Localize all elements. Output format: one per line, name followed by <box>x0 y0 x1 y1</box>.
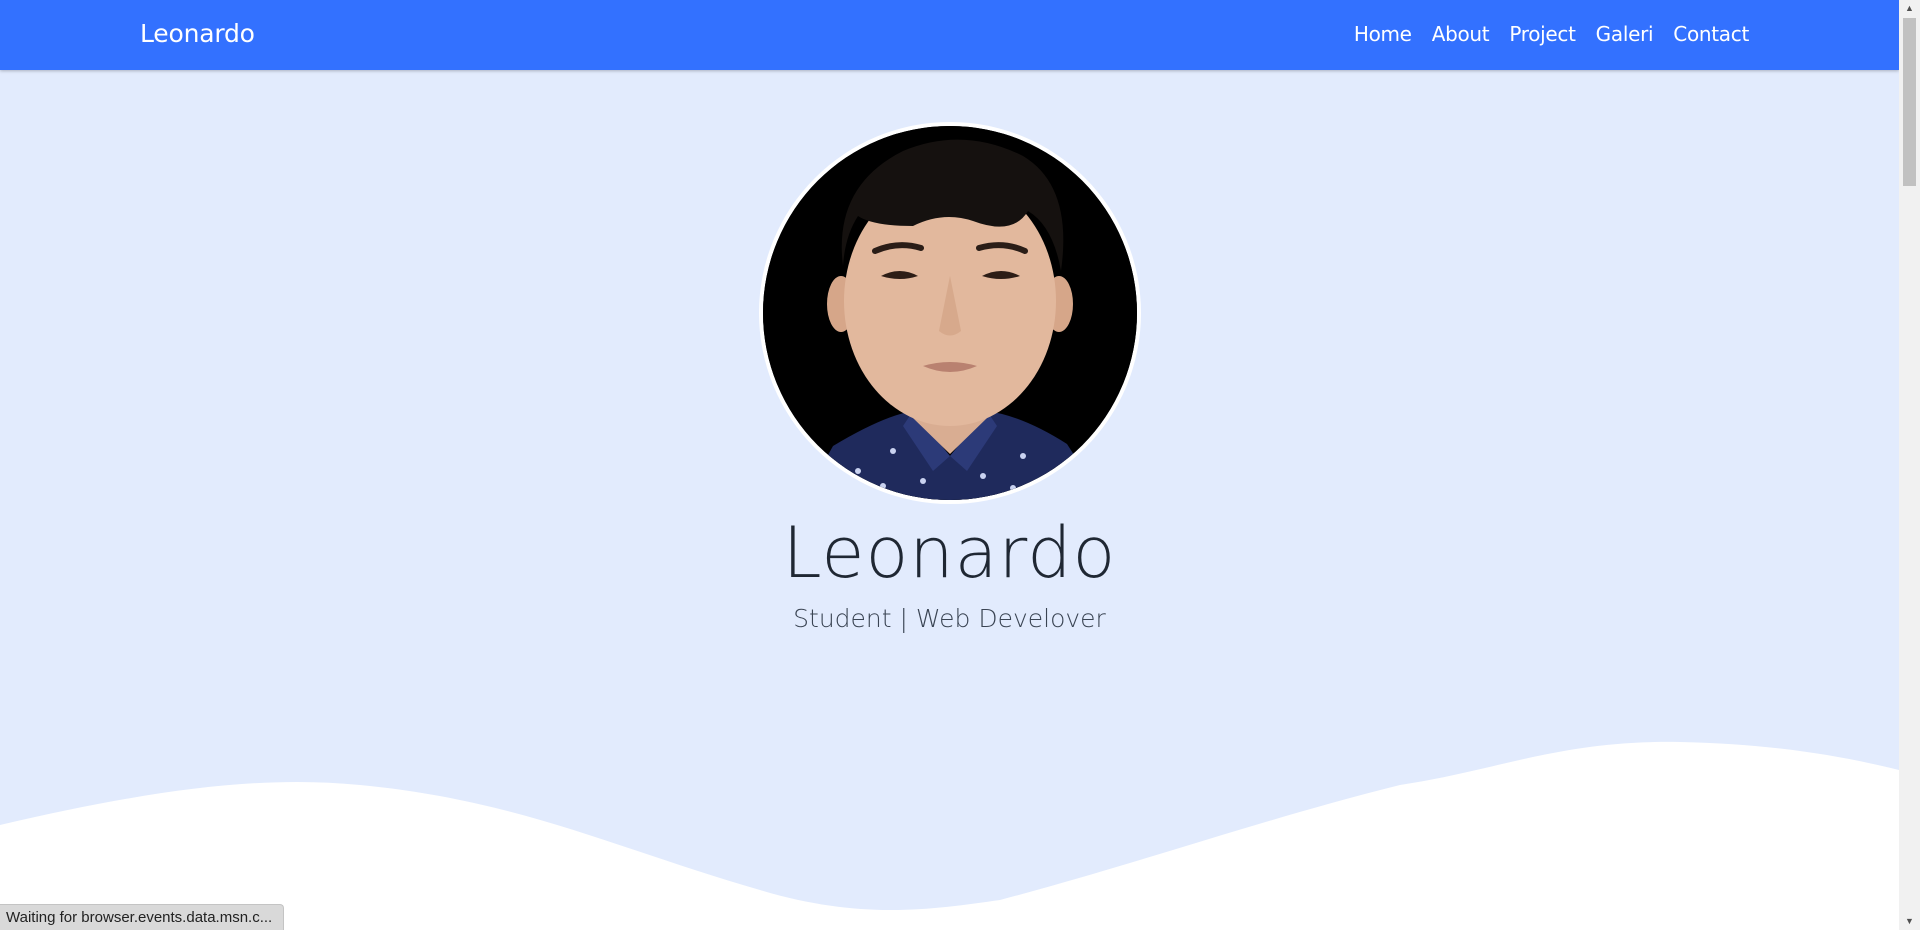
nav-link-project[interactable]: Project <box>1509 22 1576 46</box>
scroll-up-arrow-icon[interactable]: ▲ <box>1899 0 1920 17</box>
profile-portrait-image <box>763 126 1137 500</box>
nav-item-home: Home <box>1354 22 1412 46</box>
scroll-down-arrow-icon[interactable]: ▼ <box>1899 913 1920 930</box>
nav-link-about[interactable]: About <box>1432 22 1490 46</box>
navbar-brand[interactable]: Leonardo <box>140 19 255 48</box>
page-viewport: Leonardo Home About Project Galeri Conta… <box>0 0 1899 930</box>
profile-photo <box>763 126 1137 500</box>
nav-item-contact: Contact <box>1673 22 1749 46</box>
wave-divider <box>0 741 1899 930</box>
browser-status-bar: Waiting for browser.events.data.msn.c... <box>0 904 285 930</box>
profile-photo-frame <box>759 122 1141 504</box>
nav-link-contact[interactable]: Contact <box>1673 22 1749 46</box>
vertical-scrollbar[interactable]: ▲ ▼ <box>1899 0 1920 930</box>
nav-item-project: Project <box>1509 22 1576 46</box>
hero-name: Leonardo <box>782 512 1117 594</box>
hero-subtitle: Student | Web Develover <box>793 604 1106 633</box>
nav-link-galeri[interactable]: Galeri <box>1596 22 1654 46</box>
nav-link-home[interactable]: Home <box>1354 22 1412 46</box>
scrollbar-thumb[interactable] <box>1903 18 1916 186</box>
browser-page: Leonardo Home About Project Galeri Conta… <box>0 0 1920 930</box>
nav-item-about: About <box>1432 22 1490 46</box>
navbar: Leonardo Home About Project Galeri Conta… <box>0 0 1899 70</box>
nav-links: Home About Project Galeri Contact <box>1354 22 1749 46</box>
nav-item-galeri: Galeri <box>1596 22 1654 46</box>
